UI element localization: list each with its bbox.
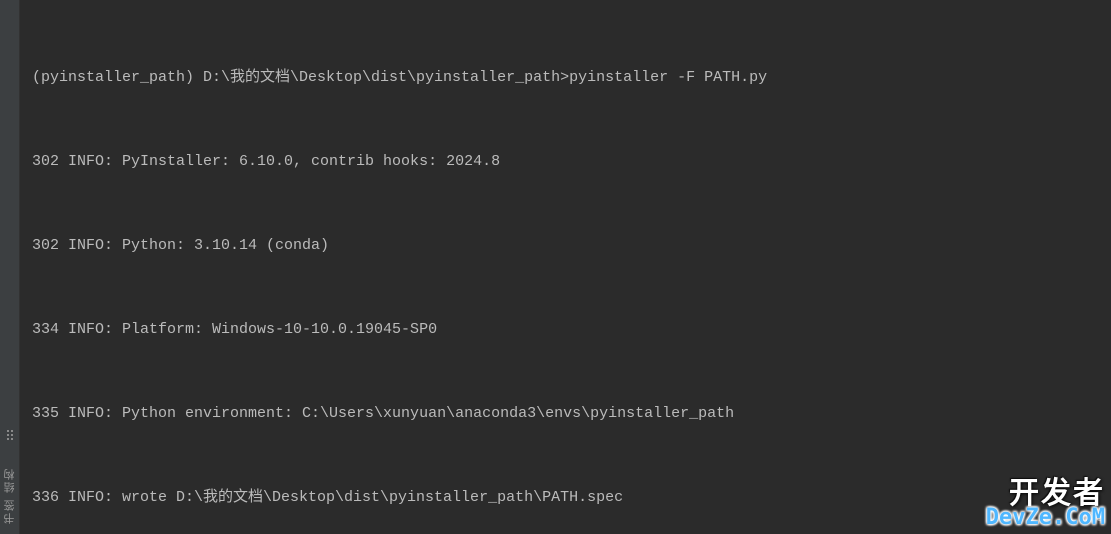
terminal-line: 335 INFO: Python environment: C:\Users\x…: [32, 400, 1099, 428]
app-root: 书签 结构 (pyinstaller_path) D:\我的文档\Desktop…: [0, 0, 1111, 534]
drag-handle-icon[interactable]: [7, 430, 13, 444]
terminal-line: (pyinstaller_path) D:\我的文档\Desktop\dist\…: [32, 64, 1099, 92]
terminal-line: 334 INFO: Platform: Windows-10-10.0.1904…: [32, 316, 1099, 344]
gutter-label[interactable]: 书签 结构: [2, 467, 18, 524]
terminal-line: 336 INFO: wrote D:\我的文档\Desktop\dist\pyi…: [32, 484, 1099, 512]
terminal-line: 302 INFO: Python: 3.10.14 (conda): [32, 232, 1099, 260]
terminal-output[interactable]: (pyinstaller_path) D:\我的文档\Desktop\dist\…: [20, 0, 1111, 534]
side-gutter[interactable]: 书签 结构: [0, 0, 20, 534]
terminal-line: 302 INFO: PyInstaller: 6.10.0, contrib h…: [32, 148, 1099, 176]
